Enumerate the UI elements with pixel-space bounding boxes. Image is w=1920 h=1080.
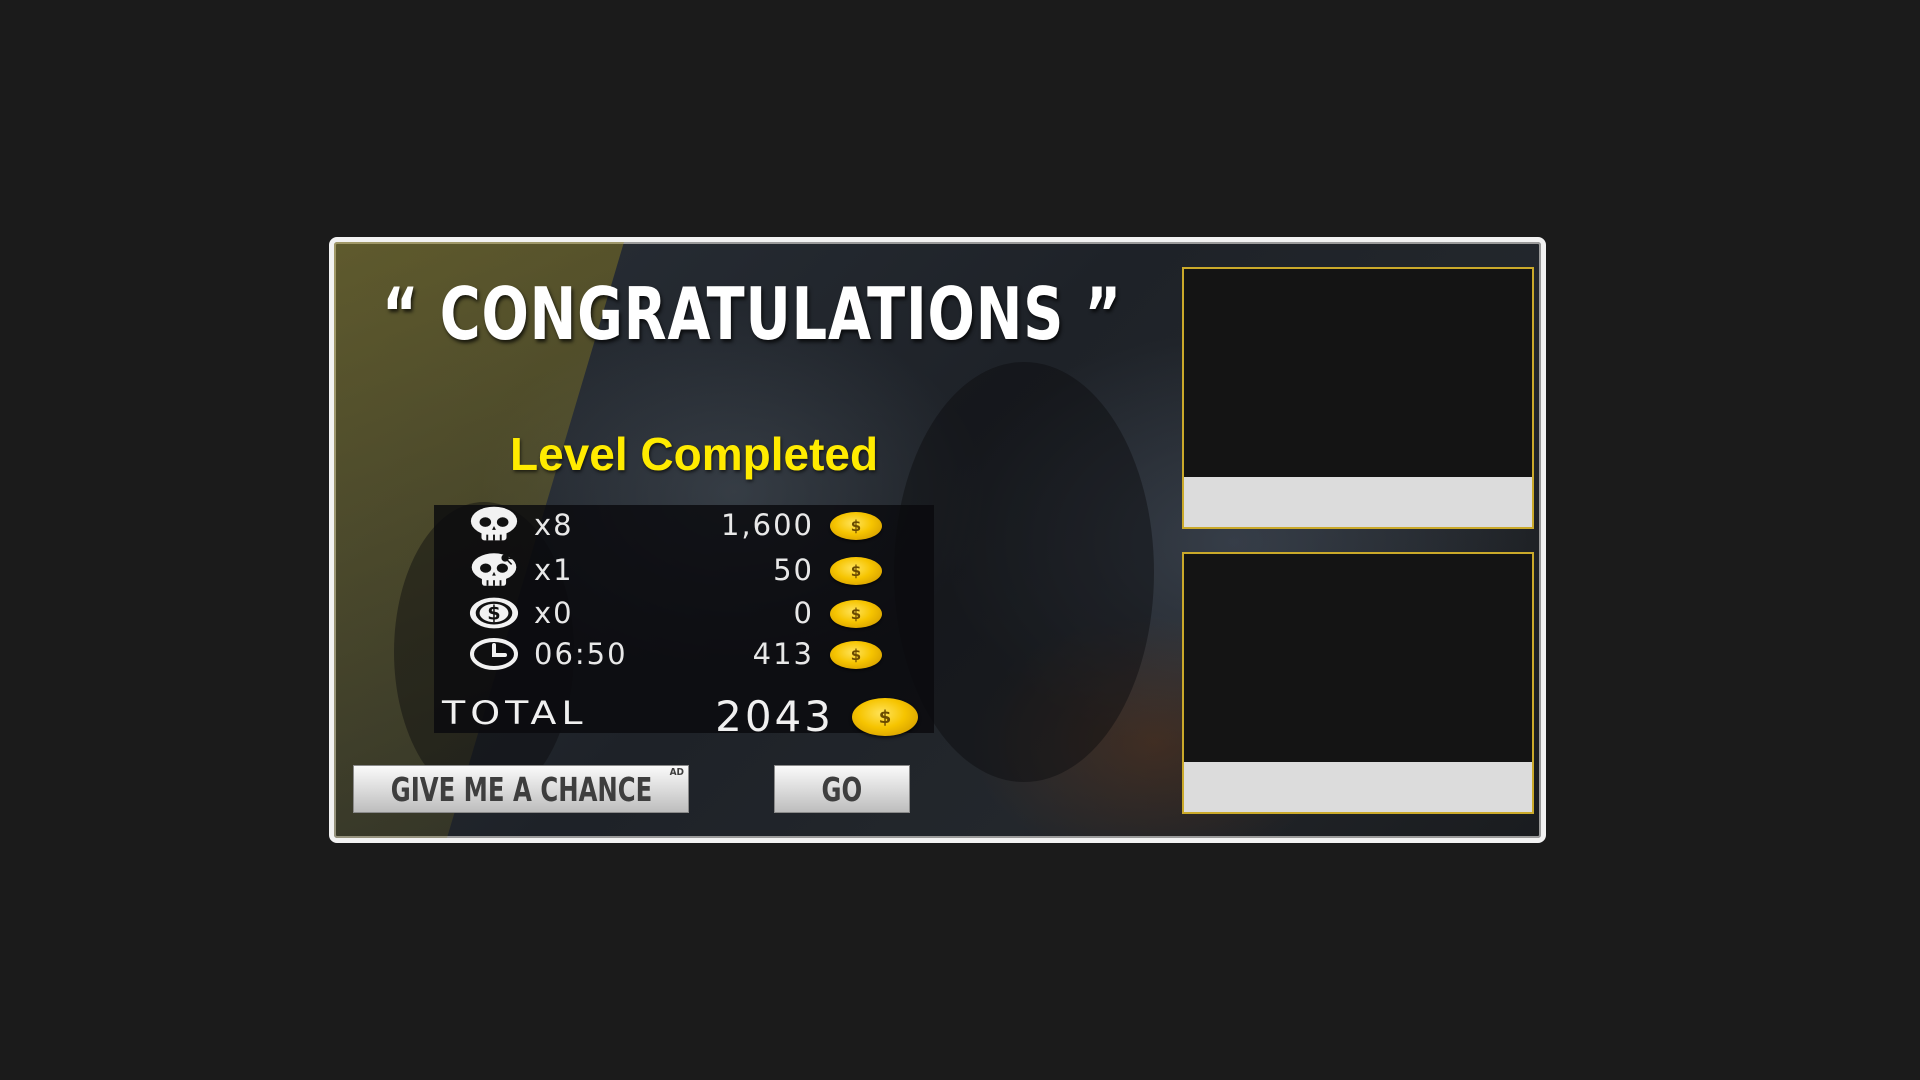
stat-reward: 1,600 [720,508,814,542]
go-label: GO [821,769,863,809]
stat-quantity: x1 [534,553,574,587]
stat-quantity: x0 [534,596,574,630]
stat-quantity: x8 [534,508,574,542]
gold-coin-icon: $ [830,600,882,628]
stat-row-time: 06:50 413 $ [434,634,934,674]
stat-row-kills: x8 1,600 $ [434,505,934,545]
headshot-skull-icon [468,550,520,590]
total-value: 2043 [715,692,834,741]
congratulations-title: “ CONGRATULATIONS ” [382,272,1122,356]
svg-text:$: $ [487,602,500,625]
clock-icon [468,634,520,674]
level-complete-panel: “ CONGRATULATIONS ” Level Completed x8 1… [329,237,1546,843]
give-me-a-chance-button[interactable]: GIVE ME A CHANCE AD [353,765,689,813]
gold-coin-icon: $ [830,557,882,585]
stat-reward: 50 [773,553,814,587]
stat-row-cash: $ x0 0 $ [434,593,934,633]
level-completed-subtitle: Level Completed [510,428,879,480]
total-label: TOTAL [442,694,588,732]
stat-row-headshots: x1 50 $ [434,550,934,590]
ad-badge: AD [669,767,684,778]
dollar-coin-icon: $ [468,593,520,633]
ad-slot-caption-bar [1184,762,1532,812]
skull-icon [468,505,520,545]
stat-reward: 0 [793,596,814,630]
go-button[interactable]: GO [774,765,910,813]
ad-slot-caption-bar [1184,477,1532,527]
gold-coin-icon: $ [852,698,918,736]
rewards-table: x8 1,600 $ x1 50 $ $ x0 0 $ 06:50 413 $ … [434,505,934,741]
gold-coin-icon: $ [830,641,882,669]
ad-slot-bottom[interactable] [1182,552,1534,814]
stat-reward: 413 [752,637,814,671]
stat-quantity: 06:50 [534,637,628,671]
give-me-a-chance-label: GIVE ME A CHANCE [390,769,652,809]
gold-coin-icon: $ [830,512,882,540]
ad-slot-top[interactable] [1182,267,1534,529]
